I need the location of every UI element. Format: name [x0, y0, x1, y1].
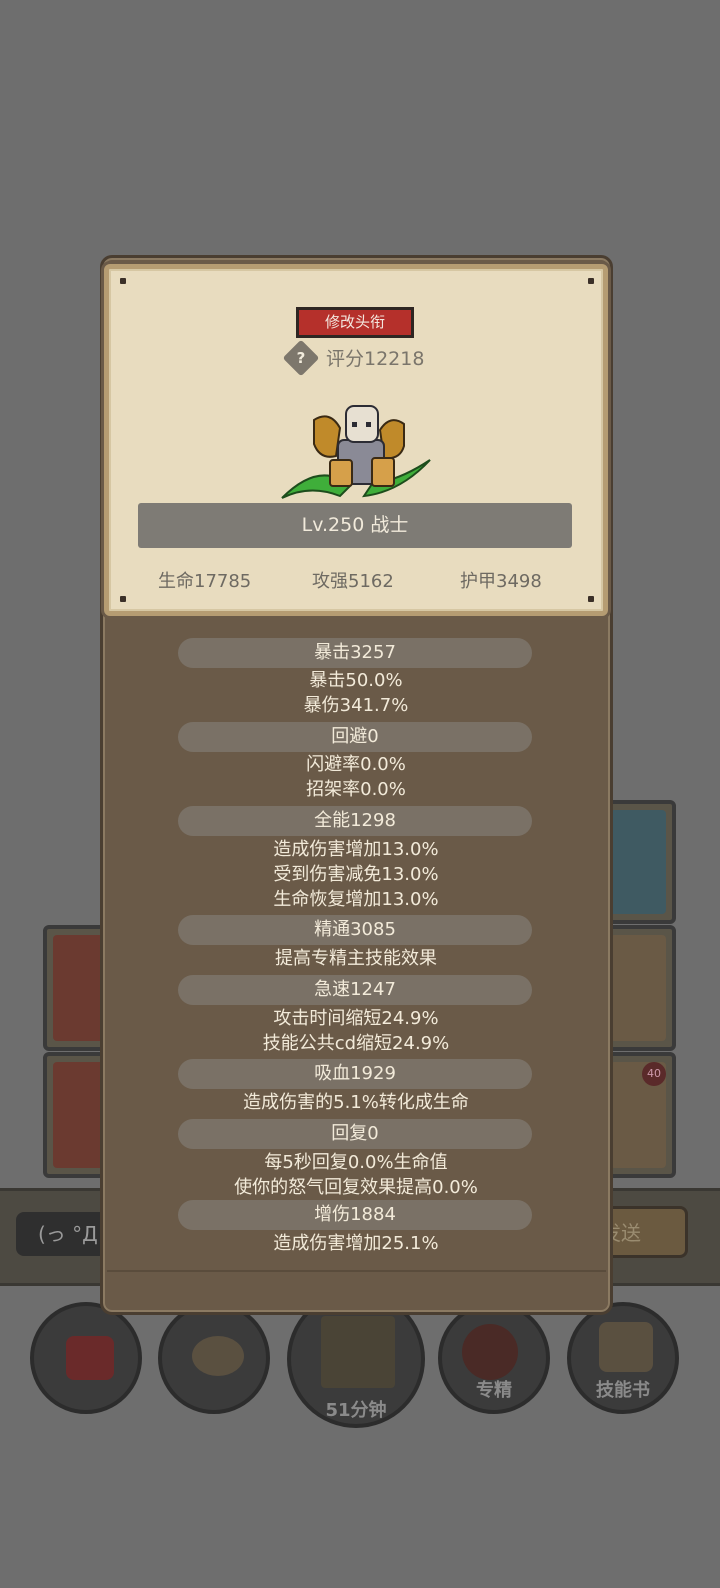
stat-detail: 暴伤341.7%: [303, 695, 409, 716]
stat-detail: 造成伤害的5.1%转化成生命: [243, 1092, 469, 1113]
armor-stat: 护甲3498: [460, 571, 542, 592]
corner-rivet: [588, 278, 594, 284]
stat-detail: 闪避率0.0%: [306, 754, 406, 775]
skill-book-label: 技能书: [596, 1380, 650, 1401]
stat-detail: 使你的怒气回复效果提高0.0%: [234, 1177, 478, 1198]
stat-detail: 暴击50.0%: [309, 670, 403, 691]
level-class-bar: Lv.250 战士: [138, 503, 572, 548]
stat-detail: 技能公共cd缩短24.9%: [262, 1033, 450, 1054]
potion-icon: [66, 1336, 114, 1380]
stat-detail: 招架率0.0%: [306, 779, 406, 800]
skill-book-icon: [599, 1322, 653, 1372]
warrior-avatar: [281, 405, 431, 499]
stat-header-lifesteal: 吸血1929: [178, 1059, 532, 1089]
stat-header-damage-bonus: 增伤1884: [178, 1200, 532, 1230]
attack-power-stat: 攻强5162: [312, 571, 394, 592]
stat-detail: 造成伤害增加13.0%: [273, 839, 439, 860]
life-stat: 生命17785: [158, 571, 252, 592]
stat-detail: 受到伤害减免13.0%: [273, 864, 439, 885]
potion-button[interactable]: [30, 1302, 142, 1414]
stat-header-mastery: 精通3085: [178, 915, 532, 945]
specialization-icon: [462, 1324, 518, 1380]
question-icon: ?: [296, 349, 306, 367]
stat-header-avoidance: 回避0: [178, 722, 532, 752]
stat-header-regen: 回复0: [178, 1119, 532, 1149]
score-help-button[interactable]: ?: [282, 339, 320, 377]
chest-timer-label: 51分钟: [325, 1400, 387, 1421]
stat-detail: 每5秒回复0.0%生命值: [264, 1152, 448, 1173]
skill-book-button[interactable]: 技能书: [567, 1302, 679, 1414]
stat-detail: 攻击时间缩短24.9%: [273, 1008, 439, 1029]
stat-detail: 提高专精主技能效果: [275, 948, 437, 969]
score-label: 评分12218: [326, 348, 425, 370]
stat-detail: 造成伤害增加25.1%: [273, 1233, 439, 1254]
stat-header-crit: 暴击3257: [178, 638, 532, 668]
specialization-button[interactable]: 专精: [438, 1302, 550, 1414]
panel-bottom-strip: [107, 1270, 606, 1308]
stat-detail: 生命恢复增加13.0%: [273, 889, 439, 910]
bread-icon: [192, 1336, 244, 1376]
stat-header-haste: 急速1247: [178, 975, 532, 1005]
item-count-badge: 40: [642, 1062, 666, 1086]
specialization-label: 专精: [476, 1380, 512, 1401]
corner-rivet: [588, 596, 594, 602]
corner-rivet: [120, 278, 126, 284]
corner-rivet: [120, 596, 126, 602]
rename-title-button[interactable]: 修改头衔: [296, 307, 414, 338]
food-button[interactable]: [158, 1302, 270, 1414]
stat-header-versatility: 全能1298: [178, 806, 532, 836]
treasure-chest-icon: [321, 1316, 395, 1388]
